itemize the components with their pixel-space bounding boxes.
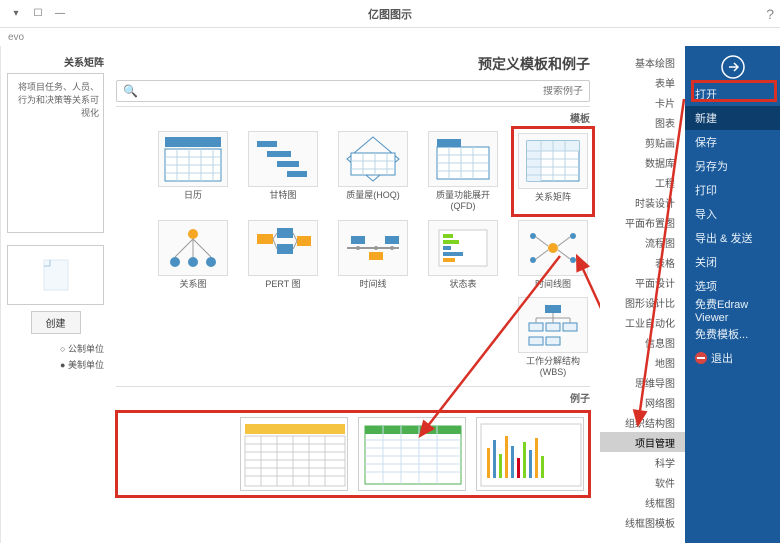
rail-item-导出 & 发送[interactable]: 导出 & 发送 bbox=[685, 226, 780, 250]
template-label: PERT 图 bbox=[265, 279, 300, 290]
category-item[interactable]: 图形设计比 bbox=[600, 292, 685, 312]
template-label: 质量屋(HOQ) bbox=[346, 190, 400, 201]
template-thumb bbox=[428, 131, 498, 187]
template-item[interactable]: 工作分解结构(WBS) bbox=[516, 297, 590, 378]
template-item[interactable]: 质量功能展开(QFD) bbox=[426, 131, 500, 212]
category-item[interactable]: 线框图模板 bbox=[600, 512, 685, 532]
template-thumb bbox=[158, 131, 228, 187]
template-label: 质量功能展开(QFD) bbox=[426, 190, 500, 212]
category-item[interactable]: 平面设计 bbox=[600, 272, 685, 292]
category-item[interactable]: 信息图 bbox=[600, 332, 685, 352]
template-label: 工作分解结构(WBS) bbox=[516, 356, 590, 378]
template-thumb bbox=[428, 220, 498, 276]
template-thumb bbox=[338, 220, 408, 276]
category-item[interactable]: 思维导图 bbox=[600, 372, 685, 392]
category-item[interactable]: 流程图 bbox=[600, 232, 685, 252]
template-label: 关系矩阵 bbox=[535, 192, 571, 203]
category-item[interactable]: 工程 bbox=[600, 172, 685, 192]
panel-desc: 将项目任务、人员、行为和决策等关系可视化 bbox=[7, 73, 104, 233]
create-button[interactable]: 创建 bbox=[31, 311, 81, 334]
rail-item-打开[interactable]: 打开 bbox=[685, 82, 780, 106]
template-label: 关系图 bbox=[179, 279, 206, 290]
category-item[interactable]: 科学 bbox=[600, 452, 685, 472]
category-item[interactable]: 线框图 bbox=[600, 492, 685, 512]
search-input[interactable] bbox=[142, 86, 583, 97]
category-item[interactable]: 图表 bbox=[600, 112, 685, 132]
section-examples-label: 例子 bbox=[116, 386, 590, 405]
stop-icon bbox=[695, 352, 707, 364]
rail-item-选项[interactable]: 选项 bbox=[685, 274, 780, 298]
example-thumb[interactable] bbox=[240, 417, 348, 491]
category-item[interactable]: 数据库 bbox=[600, 152, 685, 172]
template-item[interactable]: PERT 图 bbox=[246, 220, 320, 290]
template-item[interactable]: 关系图 bbox=[156, 220, 230, 290]
window-close-icon[interactable]: ☐ bbox=[28, 5, 48, 23]
template-item[interactable]: 日历 bbox=[156, 131, 230, 212]
template-item[interactable]: 状态表 bbox=[426, 220, 500, 290]
category-item[interactable]: 组织结构图 bbox=[600, 412, 685, 432]
sub-bar: evo bbox=[0, 28, 780, 46]
template-thumb bbox=[518, 297, 588, 353]
category-item[interactable]: 基本绘图 bbox=[600, 52, 685, 72]
template-label: 时间线 bbox=[359, 279, 386, 290]
category-item[interactable]: 工业自动化 bbox=[600, 312, 685, 332]
template-thumb bbox=[248, 220, 318, 276]
template-thumb bbox=[158, 220, 228, 276]
rail-item-免费Edraw Viewer[interactable]: 免费Edraw Viewer bbox=[685, 298, 780, 322]
section-templates-label: 模板 bbox=[116, 106, 590, 125]
rail-item-保存[interactable]: 保存 bbox=[685, 130, 780, 154]
template-thumb bbox=[518, 133, 588, 189]
category-item[interactable]: 平面布置图 bbox=[600, 212, 685, 232]
template-label: 状态表 bbox=[449, 279, 476, 290]
preview-box bbox=[7, 245, 104, 305]
category-item[interactable]: 网络图 bbox=[600, 392, 685, 412]
rail-item-另存为[interactable]: 另存为 bbox=[685, 154, 780, 178]
back-arrow-icon[interactable] bbox=[685, 52, 780, 82]
rail-item-导入[interactable]: 导入 bbox=[685, 202, 780, 226]
category-item[interactable]: 软件 bbox=[600, 472, 685, 492]
category-item[interactable]: 时装设计 bbox=[600, 192, 685, 212]
category-item[interactable]: 地图 bbox=[600, 352, 685, 372]
template-item[interactable]: 关系矩阵 bbox=[516, 131, 590, 212]
category-item[interactable]: 卡片 bbox=[600, 92, 685, 112]
category-item[interactable]: 表单 bbox=[600, 72, 685, 92]
example-thumb[interactable] bbox=[476, 417, 584, 491]
template-item[interactable]: 时间线图 bbox=[516, 220, 590, 290]
category-item[interactable]: 表格 bbox=[600, 252, 685, 272]
radio-metric[interactable]: ○ 公制单位 bbox=[7, 342, 104, 355]
search-box[interactable]: 🔍 bbox=[116, 80, 590, 102]
template-thumb bbox=[248, 131, 318, 187]
template-thumb bbox=[338, 131, 408, 187]
template-item[interactable]: 时间线 bbox=[336, 220, 410, 290]
template-label: 甘特图 bbox=[269, 190, 296, 201]
panel-title: 关系矩阵 bbox=[7, 54, 104, 69]
window-min-icon[interactable]: — bbox=[50, 5, 70, 23]
category-item[interactable]: 项目管理 bbox=[600, 432, 685, 452]
window-menu-icon[interactable]: ▾ bbox=[6, 5, 26, 23]
rail-item-退出[interactable]: 退出 bbox=[685, 346, 780, 370]
example-thumb[interactable] bbox=[358, 417, 466, 491]
rail-item-打印[interactable]: 打印 bbox=[685, 178, 780, 202]
template-thumb bbox=[518, 220, 588, 276]
search-icon: 🔍 bbox=[123, 84, 138, 98]
template-label: 日历 bbox=[184, 190, 202, 201]
rail-item-新建[interactable]: 新建 bbox=[685, 106, 780, 130]
examples-row bbox=[116, 411, 590, 497]
category-item[interactable]: 剪贴画 bbox=[600, 132, 685, 152]
help-icon[interactable]: ? bbox=[766, 6, 774, 22]
template-item[interactable]: 甘特图 bbox=[246, 131, 320, 212]
rail-item-免费模板...[interactable]: 免费模板... bbox=[685, 322, 780, 346]
template-item[interactable]: 质量屋(HOQ) bbox=[336, 131, 410, 212]
radio-imperial[interactable]: ● 美制单位 bbox=[7, 358, 104, 371]
rail-item-关闭[interactable]: 关闭 bbox=[685, 250, 780, 274]
content-header: 预定义模板和例子 bbox=[116, 54, 590, 74]
template-label: 时间线图 bbox=[535, 279, 571, 290]
window-title: 亿图图示 bbox=[368, 6, 412, 22]
